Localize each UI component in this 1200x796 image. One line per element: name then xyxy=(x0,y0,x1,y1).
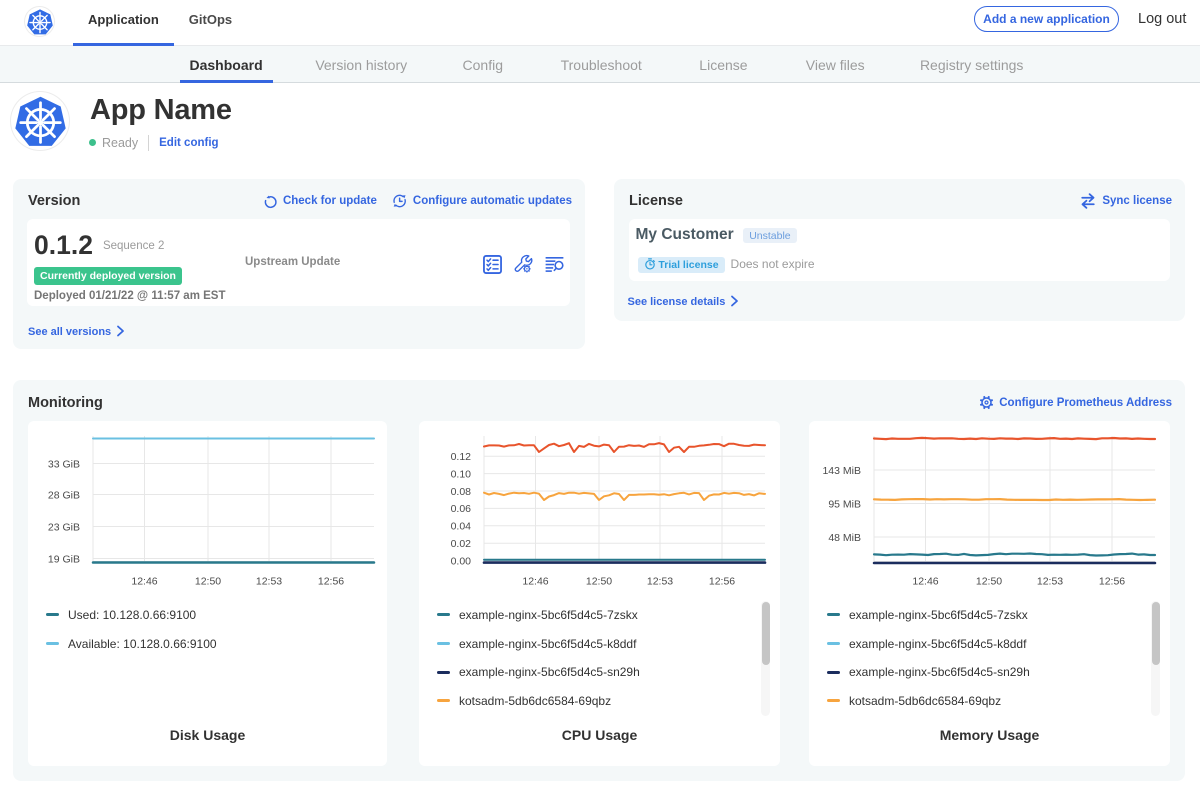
svg-text:28 GiB: 28 GiB xyxy=(48,489,80,501)
svg-text:0.10: 0.10 xyxy=(451,468,472,480)
svg-text:0.06: 0.06 xyxy=(451,503,472,515)
svg-text:143 MiB: 143 MiB xyxy=(822,464,861,476)
svg-text:12:46: 12:46 xyxy=(912,575,938,587)
svg-text:33 GiB: 33 GiB xyxy=(48,458,80,470)
svg-text:19 GiB: 19 GiB xyxy=(48,553,80,565)
svg-text:12:50: 12:50 xyxy=(976,575,1002,587)
svg-text:0.04: 0.04 xyxy=(451,520,472,532)
svg-text:12:50: 12:50 xyxy=(586,575,612,587)
svg-text:12:53: 12:53 xyxy=(1037,575,1063,587)
svg-text:0.12: 0.12 xyxy=(451,451,472,463)
svg-text:12:46: 12:46 xyxy=(522,575,548,587)
svg-text:0.02: 0.02 xyxy=(451,538,472,550)
svg-text:12:53: 12:53 xyxy=(256,575,282,587)
svg-text:0.00: 0.00 xyxy=(451,555,472,567)
svg-text:23 GiB: 23 GiB xyxy=(48,521,80,533)
svg-text:12:56: 12:56 xyxy=(709,575,735,587)
svg-text:12:53: 12:53 xyxy=(647,575,673,587)
svg-text:12:46: 12:46 xyxy=(131,575,157,587)
svg-text:0.08: 0.08 xyxy=(451,485,472,497)
svg-text:12:56: 12:56 xyxy=(318,575,344,587)
svg-text:95 MiB: 95 MiB xyxy=(828,498,861,510)
svg-text:12:50: 12:50 xyxy=(195,575,221,587)
svg-text:48 MiB: 48 MiB xyxy=(828,531,861,543)
svg-text:12:56: 12:56 xyxy=(1099,575,1125,587)
